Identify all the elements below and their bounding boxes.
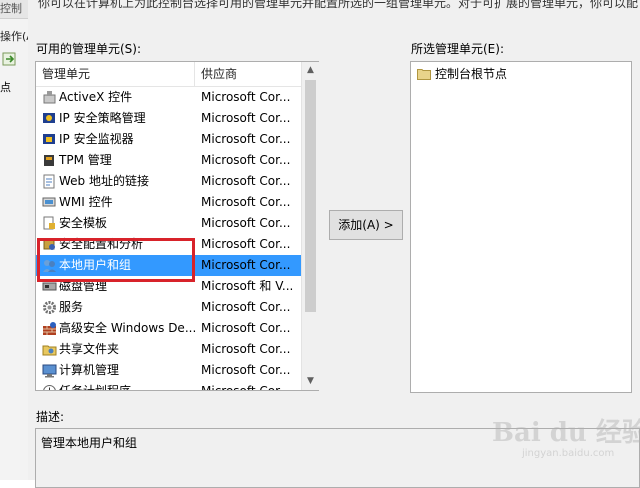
snapin-name: WMI 控件	[59, 195, 113, 209]
snapin-vendor: Microsoft Cor...	[201, 216, 291, 230]
scroll-thumb[interactable]	[305, 80, 316, 312]
snapin-row-activex[interactable]: ActiveX 控件 Microsoft Cor...	[36, 87, 302, 108]
description-text: 管理本地用户和组	[41, 436, 138, 450]
snapin-row-computer-management[interactable]: 计算机管理 Microsoft Cor...	[36, 360, 302, 381]
background-window-title: 控制	[0, 0, 28, 19]
snapin-row-firewall[interactable]: 高级安全 Windows De... Microsoft Cor...	[36, 318, 302, 339]
annotation-highlight-box	[37, 238, 195, 282]
selected-snapins-label: 所选管理单元(E):	[411, 42, 504, 56]
computer-management-icon	[42, 363, 57, 378]
snapin-row-ip-security-policy[interactable]: IP 安全策略管理 Microsoft Cor...	[36, 108, 302, 129]
snapin-vendor: Microsoft Cor...	[201, 384, 291, 391]
snapin-name: 计算机管理	[59, 363, 120, 377]
column-header-vendor[interactable]: 供应商	[195, 62, 301, 86]
scroll-down-icon[interactable]: ▼	[302, 373, 319, 390]
web-link-icon	[42, 174, 57, 189]
baidu-jingyan-watermark: Bai du 经验 jingyan.baidu.com	[470, 412, 640, 472]
snapin-vendor: Microsoft Cor...	[201, 111, 291, 125]
description-label: 描述:	[36, 410, 65, 424]
ip-security-policy-icon	[42, 111, 57, 126]
snapin-row-security-template[interactable]: 安全模板 Microsoft Cor...	[36, 213, 302, 234]
snapin-name: 高级安全 Windows De...	[59, 321, 197, 335]
firewall-icon	[42, 321, 57, 336]
list-header: 管理单元 供应商	[36, 62, 302, 87]
available-snapins-label: 可用的管理单元(S):	[36, 42, 142, 56]
snapin-name: IP 安全监视器	[59, 132, 134, 146]
snapin-row-tpm[interactable]: TPM 管理 Microsoft Cor...	[36, 150, 302, 171]
snapin-vendor: Microsoft Cor...	[201, 195, 291, 209]
snapin-vendor: Microsoft Cor...	[201, 153, 291, 167]
folder-icon	[417, 67, 431, 80]
snapin-vendor: Microsoft Cor...	[201, 174, 291, 188]
snapin-name: 服务	[59, 300, 84, 314]
background-menu-action[interactable]: 操作(A)	[0, 28, 28, 44]
background-tree-node[interactable]: 点	[0, 80, 28, 96]
snapin-vendor: Microsoft Cor...	[201, 300, 291, 314]
snapin-row-services[interactable]: 服务 Microsoft Cor...	[36, 297, 302, 318]
services-gear-icon	[42, 300, 57, 315]
snapin-vendor: Microsoft Cor...	[201, 342, 291, 356]
snapin-list-scrollbar[interactable]: ▲ ▼	[301, 62, 319, 390]
background-toolbar-arrow-icon[interactable]	[2, 52, 18, 66]
snapin-vendor: Microsoft Cor...	[201, 237, 291, 251]
snapin-name: 任务计划程序	[59, 384, 132, 391]
selected-item-label: 控制台根节点	[435, 67, 508, 81]
scroll-up-icon[interactable]: ▲	[302, 62, 319, 79]
snapin-row-shared-folders[interactable]: 共享文件夹 Microsoft Cor...	[36, 339, 302, 360]
watermark-brand: Bai du 经验	[492, 418, 640, 448]
dialog-intro-text: 你可以在计算机上为此控制台选择可用的管理单元并配置所选的一组管理单元。对于可扩展…	[38, 0, 638, 10]
snapin-row-wmi[interactable]: WMI 控件 Microsoft Cor...	[36, 192, 302, 213]
snapin-vendor: Microsoft Cor...	[201, 321, 291, 335]
snapin-name: ActiveX 控件	[59, 90, 133, 104]
snapin-name: TPM 管理	[59, 153, 112, 167]
tpm-icon	[42, 153, 57, 168]
snapin-name: 安全模板	[59, 216, 108, 230]
activex-icon	[42, 90, 57, 105]
ip-security-monitor-icon	[42, 132, 57, 147]
watermark-url: jingyan.baidu.com	[522, 448, 615, 459]
available-snapins-list[interactable]: 管理单元 供应商 ActiveX 控件 Microsoft Cor... IP …	[35, 61, 319, 391]
snapin-row-web-link[interactable]: Web 地址的链接 Microsoft Cor...	[36, 171, 302, 192]
snapin-vendor: Microsoft Cor...	[201, 90, 291, 104]
selected-snapins-list[interactable]: 控制台根节点	[410, 61, 632, 393]
snapin-name: 共享文件夹	[59, 342, 120, 356]
shared-folder-icon	[42, 342, 57, 357]
snapin-vendor: Microsoft Cor...	[201, 363, 291, 377]
add-snapin-button[interactable]: 添加(A) >	[329, 210, 403, 240]
wmi-icon	[42, 195, 57, 210]
snapin-row-ip-security-monitor[interactable]: IP 安全监视器 Microsoft Cor...	[36, 129, 302, 150]
task-scheduler-icon	[42, 384, 57, 390]
snapin-name: Web 地址的链接	[59, 174, 149, 188]
snapin-vendor: Microsoft 和 V...	[201, 279, 294, 293]
snapin-vendor: Microsoft Cor...	[201, 132, 291, 146]
snapin-vendor: Microsoft Cor...	[201, 258, 291, 272]
background-console-window	[0, 0, 29, 480]
snapin-row-task-scheduler[interactable]: 任务计划程序 Microsoft Cor...	[36, 381, 302, 391]
snapin-name: IP 安全策略管理	[59, 111, 146, 125]
security-template-icon	[42, 216, 57, 231]
column-header-name[interactable]: 管理单元	[36, 62, 195, 86]
